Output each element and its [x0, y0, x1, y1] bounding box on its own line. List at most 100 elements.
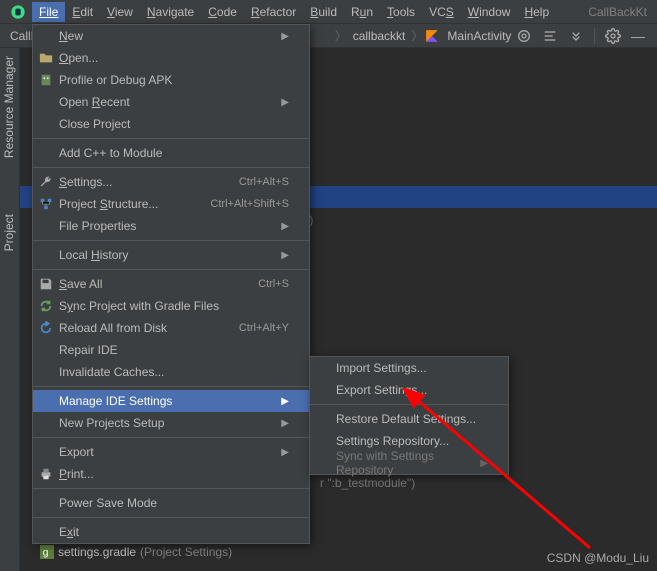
sidebar-tab-resource-manager[interactable]: Resource Manager — [0, 48, 18, 166]
menu-shortcut: Ctrl+S — [258, 278, 289, 290]
file-menu-item-local-history[interactable]: Local History ▶ — [33, 244, 309, 266]
submenu-arrow-icon: ▶ — [281, 31, 289, 42]
menu-refactor[interactable]: Refactor — [244, 2, 303, 22]
menu-navigate[interactable]: Navigate — [140, 2, 201, 22]
menu-window[interactable]: Window — [461, 2, 518, 22]
breadcrumb-file[interactable]: MainActivity — [443, 29, 515, 43]
file-menu-item-file-properties[interactable]: File Properties▶ — [33, 215, 309, 237]
submenu-arrow-icon: ▶ — [281, 418, 289, 429]
file-menu-item-sync-project-with-gradle-files[interactable]: Sync Project with Gradle Files — [33, 295, 309, 317]
android-studio-logo — [10, 4, 26, 20]
submenu-item-import-settings[interactable]: Import Settings... — [310, 357, 508, 379]
menubar: File Edit View Navigate Code Refactor Bu… — [0, 0, 657, 24]
file-menu-item-invalidate-caches[interactable]: Invalidate Caches... — [33, 361, 309, 383]
file-menu-item-open-recent[interactable]: Open Recent ▶ — [33, 91, 309, 113]
menu-item-label: Sync with Settings Repository — [336, 449, 480, 477]
menu-item-label: Manage IDE Settings — [59, 394, 172, 408]
menu-item-label: Restore Default Settings... — [336, 412, 476, 426]
file-menu-item-print[interactable]: Print... — [33, 463, 309, 485]
watermark: CSDN @Modu_Liu — [547, 551, 649, 565]
menu-item-label: Export Settings... — [336, 383, 427, 397]
breadcrumb-package[interactable]: callbackkt — [349, 29, 410, 43]
submenu-item-restore-default-settings[interactable]: Restore Default Settings... — [310, 408, 508, 430]
menu-item-label: Settings... — [59, 175, 112, 189]
file-menu-item-project-structure[interactable]: Project Structure...Ctrl+Alt+Shift+S — [33, 193, 309, 215]
menu-item-label: Close Project — [59, 117, 130, 131]
menu-view[interactable]: View — [100, 2, 140, 22]
menu-file[interactable]: File — [32, 2, 65, 22]
menu-item-label: New Projects Setup — [59, 416, 164, 430]
tree-row[interactable]: g settings.gradle (Project Settings) — [40, 542, 310, 562]
toolbar-minimize[interactable]: — — [631, 28, 645, 44]
menu-item-label: Local History — [59, 248, 128, 262]
gradle-icon: g — [40, 545, 54, 559]
menu-item-label: Save All — [59, 277, 102, 291]
file-menu-item-exit[interactable]: Exit — [33, 521, 309, 543]
menu-item-label: Import Settings... — [336, 361, 427, 375]
svg-text:g: g — [43, 547, 49, 559]
left-sidebar: Resource Manager Project — [0, 48, 20, 571]
menu-help[interactable]: Help — [517, 2, 556, 22]
menu-item-label: Sync Project with Gradle Files — [59, 299, 219, 313]
file-menu-item-export[interactable]: Export▶ — [33, 441, 309, 463]
submenu-arrow-icon: ▶ — [281, 97, 289, 108]
align-icon[interactable] — [542, 28, 558, 44]
file-menu-item-power-save-mode[interactable]: Power Save Mode — [33, 492, 309, 514]
breadcrumb-sep: 〉 — [409, 27, 425, 44]
menu-separator — [33, 269, 309, 270]
project-name: CallBackKt — [588, 5, 653, 19]
file-menu-item-new[interactable]: New▶ — [33, 25, 309, 47]
file-menu-item-manage-ide-settings[interactable]: Manage IDE Settings ▶ — [33, 390, 309, 412]
sidebar-tab-project[interactable]: Project — [0, 206, 18, 259]
menu-item-label: Invalidate Caches... — [59, 365, 164, 379]
menu-item-label: Settings Repository... — [336, 434, 449, 448]
gear-icon[interactable] — [605, 28, 621, 44]
menu-separator — [33, 138, 309, 139]
menu-edit[interactable]: Edit — [65, 2, 100, 22]
menu-separator — [33, 488, 309, 489]
submenu-item-sync-with-settings-repository: Sync with Settings Repository▶ — [310, 452, 508, 474]
file-menu-item-settings[interactable]: Settings... Ctrl+Alt+S — [33, 171, 309, 193]
menu-item-label: Open Recent — [59, 95, 130, 109]
sidebar-tab-label: Resource Manager — [2, 56, 16, 158]
folder-icon — [39, 51, 53, 65]
expand-icon[interactable] — [568, 28, 584, 44]
sidebar-tab-label: Project — [2, 214, 16, 251]
kotlin-file-icon — [425, 29, 439, 43]
menu-separator — [33, 386, 309, 387]
menu-item-label: Profile or Debug APK — [59, 73, 172, 87]
structure-icon — [39, 197, 53, 211]
menu-vcs[interactable]: VCS — [422, 2, 461, 22]
file-menu-item-new-projects-setup[interactable]: New Projects Setup ▶ — [33, 412, 309, 434]
file-menu-item-profile-or-debug-apk[interactable]: Profile or Debug APK — [33, 69, 309, 91]
file-menu-item-repair-ide[interactable]: Repair IDE — [33, 339, 309, 361]
tree-label: settings.gradle — [58, 545, 136, 559]
wrench-icon — [39, 175, 53, 189]
menu-item-label: Export — [59, 445, 94, 459]
menu-shortcut: Ctrl+Alt+Y — [239, 322, 289, 334]
menu-shortcut: Ctrl+Alt+S — [239, 176, 289, 188]
file-menu-item-save-all[interactable]: Save All Ctrl+S — [33, 273, 309, 295]
file-menu-item-add-c-to-module[interactable]: Add C++ to Module — [33, 142, 309, 164]
editor-text-fragment: r ":b_testmodule") — [320, 476, 415, 490]
menu-item-label: Reload All from Disk — [59, 321, 167, 335]
submenu-item-export-settings[interactable]: Export Settings... — [310, 379, 508, 401]
menu-item-label: Open... — [59, 51, 98, 65]
menu-build[interactable]: Build — [303, 2, 344, 22]
file-menu-item-open[interactable]: Open... — [33, 47, 309, 69]
menu-tools[interactable]: Tools — [380, 2, 422, 22]
menu-run[interactable]: Run — [344, 2, 380, 22]
submenu-arrow-icon: ▶ — [480, 458, 488, 469]
file-menu-item-close-project[interactable]: Close Project — [33, 113, 309, 135]
submenu-arrow-icon: ▶ — [281, 250, 289, 261]
menu-separator — [33, 517, 309, 518]
target-icon[interactable] — [516, 28, 532, 44]
file-menu-item-reload-all-from-disk[interactable]: Reload All from Disk Ctrl+Alt+Y — [33, 317, 309, 339]
submenu-arrow-icon: ▶ — [281, 396, 289, 407]
submenu-arrow-icon: ▶ — [281, 221, 289, 232]
menu-item-label: Print... — [59, 467, 94, 481]
menu-code[interactable]: Code — [201, 2, 244, 22]
sync-icon — [39, 299, 53, 313]
menu-item-label: Project Structure... — [59, 197, 158, 211]
breadcrumb-sep: 〉 — [333, 27, 349, 44]
